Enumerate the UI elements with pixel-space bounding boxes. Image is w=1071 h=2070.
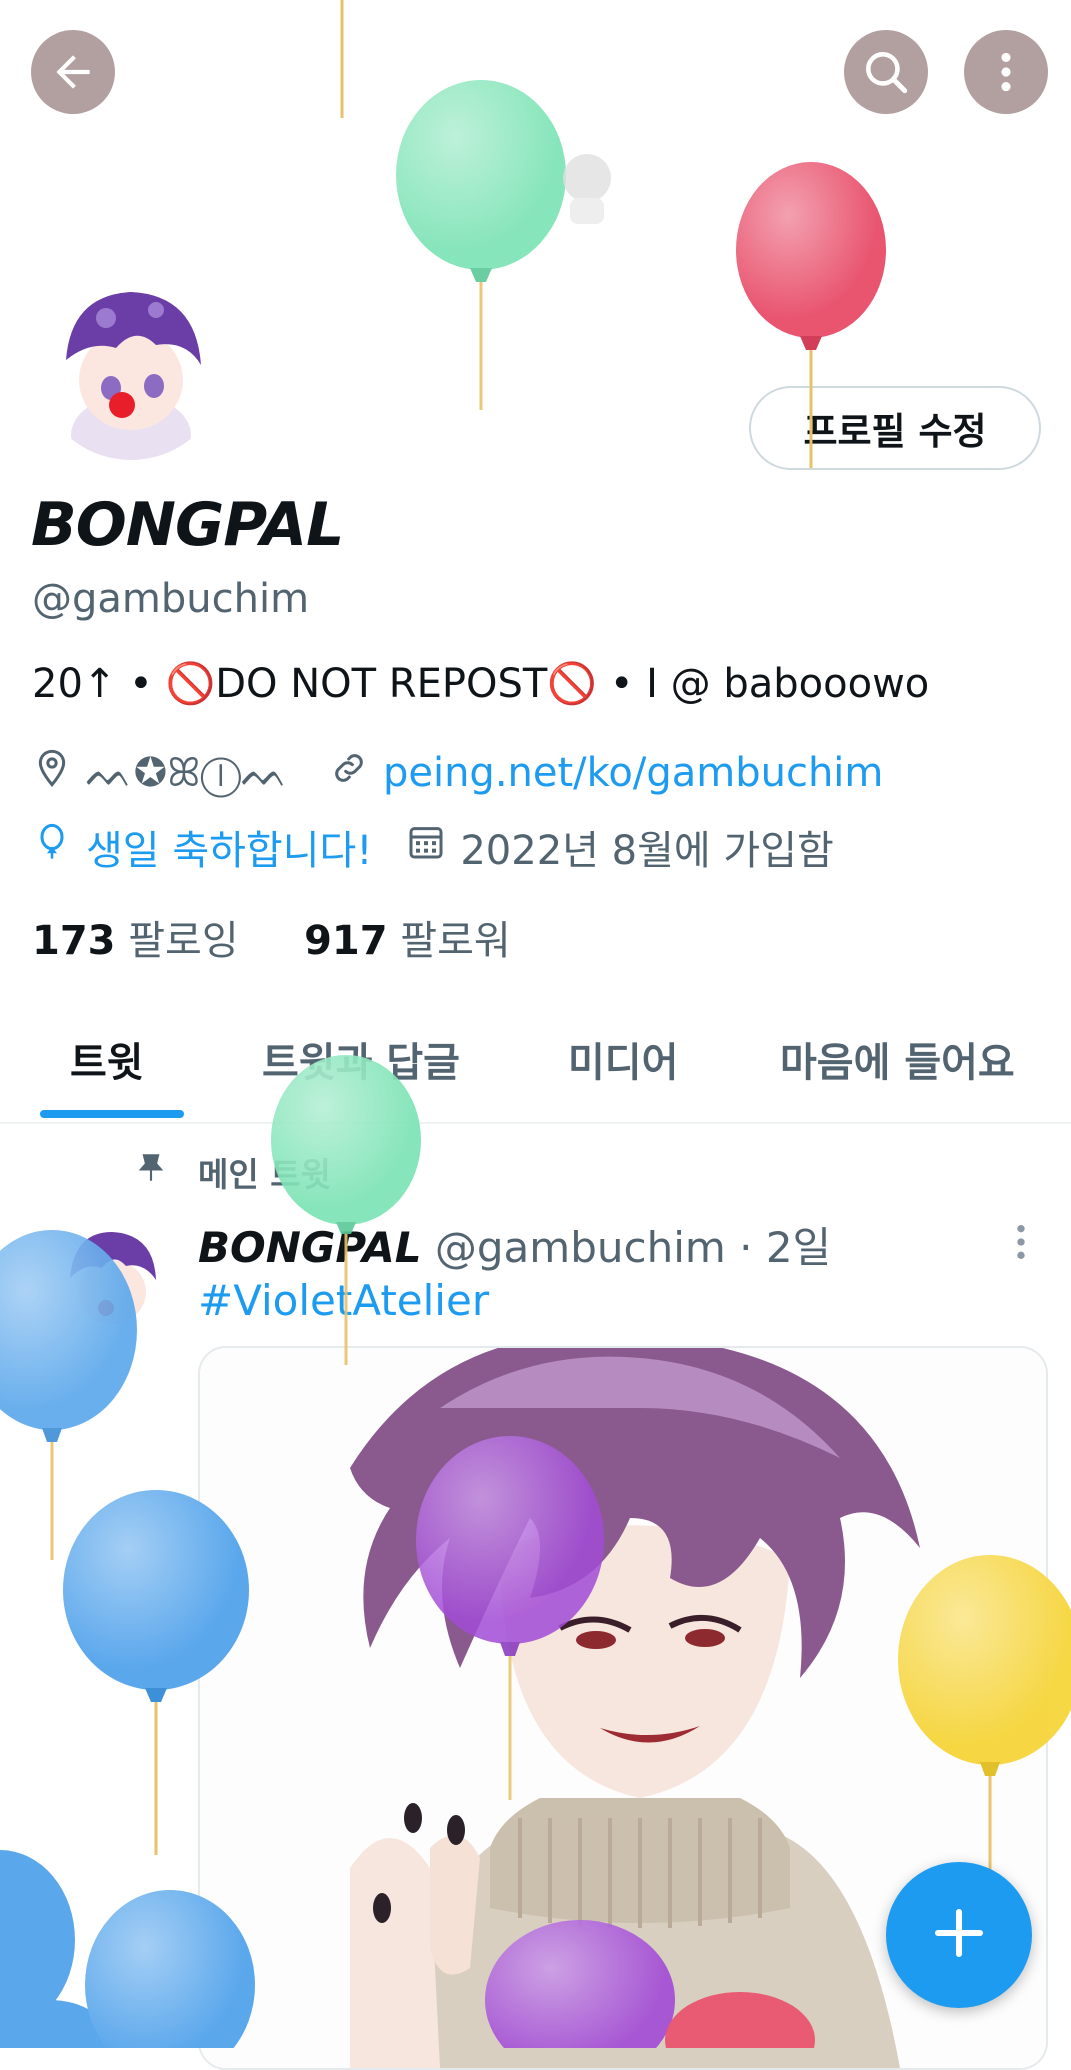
more-vertical-icon (981, 47, 1031, 97)
pinned-text: 메인 트윗 (198, 1155, 331, 1194)
balloon-icon (32, 822, 86, 872)
search-button[interactable] (844, 30, 928, 114)
arrow-left-icon (48, 47, 98, 97)
follow-stats: 173 팔로잉 917 팔로워 (32, 908, 511, 966)
calendar-icon (406, 822, 460, 872)
pinned-label: 메인 트윗 (134, 1148, 331, 1196)
following-link[interactable]: 173 팔로잉 (32, 918, 239, 964)
tab-tweets-replies[interactable]: 트윗과 답글 (262, 1030, 460, 1088)
compose-tweet-button[interactable] (886, 1862, 1032, 2008)
tweet-avatar[interactable] (52, 1220, 172, 1340)
plus-icon (931, 1905, 987, 1965)
bio-middle: DO NOT REPOST (215, 661, 548, 707)
location-text: ᨓ✪ꕤⓛᨓ (86, 750, 289, 796)
link-icon (329, 748, 383, 798)
joined-date: 2022년 8월에 가입함 (460, 828, 834, 874)
more-vertical-icon (1010, 1225, 1032, 1266)
more-button[interactable] (964, 30, 1048, 114)
profile-meta-row-1: ᨓ✪ꕤⓛᨓ peing.net/ko/gambuchim (32, 748, 883, 798)
tweet-header: BONGPAL @gambuchim · 2일 (198, 1214, 831, 1275)
tweet-hashtag[interactable]: #VioletAtelier (198, 1276, 489, 1325)
profile-tabs: 트윗 트윗과 답글 미디어 마음에 들어요 (0, 1018, 1071, 1124)
pin-icon (134, 1151, 168, 1193)
birthday-text[interactable]: 생일 축하합니다! (86, 818, 372, 876)
edit-profile-button[interactable]: 프로필 수정 (749, 386, 1041, 470)
back-button[interactable] (31, 30, 115, 114)
tab-likes[interactable]: 마음에 들어요 (780, 1030, 1015, 1088)
tab-tweets[interactable]: 트윗 (70, 1030, 144, 1088)
active-tab-indicator (40, 1110, 184, 1118)
profile-meta-row-2: 생일 축하합니다! 2022년 8월에 가입함 (32, 818, 834, 876)
followers-link[interactable]: 917 팔로워 (304, 918, 511, 964)
location-icon (32, 748, 86, 798)
profile-avatar[interactable] (36, 270, 226, 460)
tweet-author-name[interactable]: BONGPAL (198, 1223, 422, 1272)
tweet-more-button[interactable] (1010, 1222, 1032, 1266)
no-entry-icon: 🚫 (547, 661, 598, 707)
bio-suffix: • I @ babooowo (597, 661, 930, 707)
bio: 20↑ • 🚫DO NOT REPOST🚫 • I @ babooowo (32, 660, 929, 707)
search-icon (861, 47, 911, 97)
no-entry-icon: 🚫 (165, 661, 216, 707)
user-handle: @gambuchim (32, 576, 310, 622)
display-name: BONGPAL (31, 490, 344, 560)
website-link[interactable]: peing.net/ko/gambuchim (383, 750, 883, 796)
tab-media[interactable]: 미디어 (568, 1030, 678, 1088)
tweet-author-meta: @gambuchim · 2일 (421, 1223, 832, 1272)
balloon (396, 80, 566, 410)
bio-prefix: 20↑ • (32, 661, 166, 707)
